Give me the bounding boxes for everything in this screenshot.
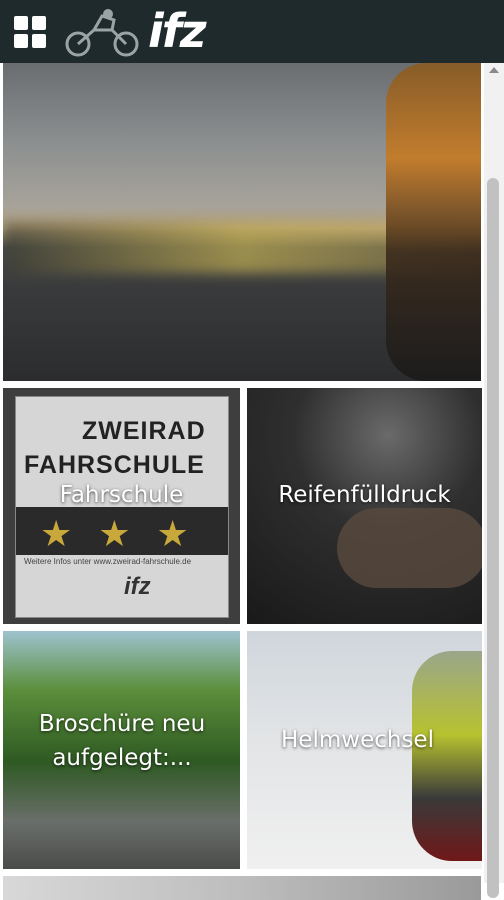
tile-label: Reifenfülldruck: [278, 482, 451, 508]
logo-text: ifz: [148, 4, 207, 58]
tile-reifenfuelldruck[interactable]: Reifenfülldruck: [247, 388, 482, 624]
star-icons: ★★★: [40, 513, 215, 554]
next-tile-partial[interactable]: [3, 876, 481, 900]
grid-menu-icon[interactable]: [14, 16, 48, 50]
app-header: ifz: [0, 0, 504, 63]
tile-helmwechsel[interactable]: Helmwechsel: [247, 631, 482, 869]
motorcycle-icon: [65, 9, 139, 57]
badge-url: Weitere Infos unter www.zweirad-fahrschu…: [24, 557, 192, 566]
tile-label: Broschüre neu aufgelegt:...: [38, 711, 206, 771]
badge-line1: ZWEIRAD: [82, 417, 206, 445]
scrollbar-thumb[interactable]: [487, 178, 499, 898]
tile-broschuere[interactable]: Broschüre neu aufgelegt:...: [3, 631, 240, 869]
scroll-up-icon[interactable]: [489, 67, 499, 73]
tile-label: Fahrschule: [59, 482, 184, 508]
tile-label: Helmwechsel: [281, 727, 434, 753]
tile-fahrschule[interactable]: ZWEIRAD FAHRSCHULE ★★★ Weitere Infos unt…: [3, 388, 240, 624]
badge-logo: ifz: [124, 573, 151, 600]
ifz-logo[interactable]: ifz: [64, 4, 224, 58]
hero-banner-image: [3, 63, 481, 381]
scrollbar[interactable]: [484, 63, 504, 898]
badge-line2: FAHRSCHULE: [24, 451, 205, 479]
